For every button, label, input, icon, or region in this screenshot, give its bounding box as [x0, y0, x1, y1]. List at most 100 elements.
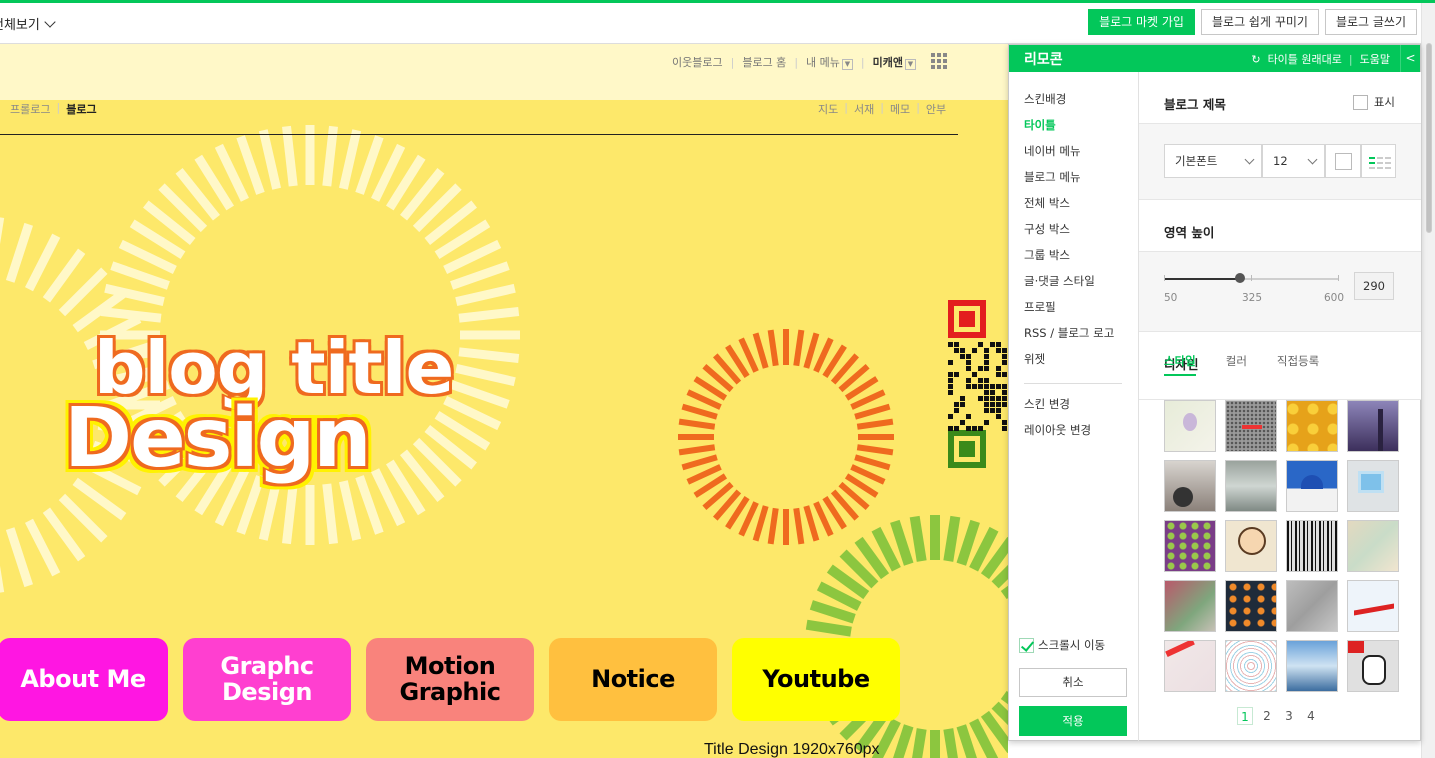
- menu-item-blog-menu[interactable]: 블로그 메뉴: [1024, 169, 1138, 195]
- qr-module: [948, 390, 953, 395]
- style-thumb-barcode[interactable]: [1286, 520, 1338, 572]
- style-thumb-pastel[interactable]: [1347, 520, 1399, 572]
- style-thumb-room[interactable]: [1286, 640, 1338, 692]
- reset-title-link[interactable]: 타이틀 원래대로: [1268, 51, 1342, 67]
- qr-module: [948, 426, 953, 431]
- style-thumb-concrete[interactable]: [1286, 580, 1338, 632]
- blog-link[interactable]: 블로그: [66, 101, 96, 117]
- market-join-button[interactable]: 블로그 마켓 가입: [1088, 9, 1195, 35]
- menu-item-title[interactable]: 타이틀: [1024, 117, 1138, 143]
- neighbor-blog-link[interactable]: 이웃블로그: [672, 54, 723, 70]
- graphic-design-button[interactable]: Graphc Design: [183, 638, 351, 721]
- user-dropdown[interactable]: 미캐앤 ▼: [873, 54, 916, 70]
- about-me-button[interactable]: About Me: [0, 638, 168, 721]
- motion-graphic-button[interactable]: Motion Graphic: [366, 638, 534, 721]
- scrollbar-thumb[interactable]: [1426, 43, 1432, 233]
- style-thumb-purple-leaves[interactable]: [1164, 520, 1216, 572]
- style-thumb-red-corner[interactable]: [1164, 640, 1216, 692]
- style-thumb-santorini[interactable]: [1286, 460, 1338, 512]
- qr-module: [1002, 372, 1007, 377]
- cancel-button[interactable]: 취소: [1019, 668, 1127, 697]
- font-size-select[interactable]: 12: [1262, 144, 1325, 178]
- help-link[interactable]: 도움말: [1360, 51, 1390, 67]
- write-post-button[interactable]: 블로그 글쓰기: [1324, 9, 1417, 35]
- view-all-dropdown[interactable]: 전체보기: [0, 14, 56, 33]
- user-name: 미캐앤: [872, 56, 903, 69]
- height-value-input[interactable]: 290: [1354, 272, 1394, 300]
- style-thumb-frame[interactable]: [1347, 460, 1399, 512]
- menu-item-naver-menu[interactable]: 네이버 메뉴: [1024, 143, 1138, 169]
- menu-item-change-layout[interactable]: 레이아웃 변경: [1024, 422, 1138, 448]
- page-scrollbar[interactable]: [1421, 3, 1435, 758]
- page-3[interactable]: 3: [1281, 707, 1297, 725]
- qr-module: [960, 348, 965, 353]
- menu-item-layout-box[interactable]: 구성 박스: [1024, 221, 1138, 247]
- style-thumb-clouds[interactable]: [1225, 460, 1277, 512]
- page-1[interactable]: 1: [1237, 707, 1253, 725]
- apps-grid-icon[interactable]: [931, 53, 947, 69]
- qr-module: [1002, 348, 1007, 353]
- menu-item-change-skin[interactable]: 스킨 변경: [1024, 396, 1138, 422]
- menu-item-widget[interactable]: 위젯: [1024, 351, 1138, 377]
- burst-ray: [458, 307, 520, 323]
- qr-module: [990, 396, 995, 401]
- burst-ray: [890, 519, 914, 566]
- qr-module: [978, 342, 983, 347]
- remote-header-actions: ↻ 타이틀 원래대로 | 도움말: [1251, 51, 1390, 67]
- collapse-panel-button[interactable]: <: [1400, 45, 1420, 72]
- font-family-select[interactable]: 기본폰트: [1164, 144, 1262, 178]
- style-thumb-circles[interactable]: [1225, 640, 1277, 692]
- tab-color[interactable]: 컬러: [1226, 353, 1247, 376]
- menu-item-rss-logo[interactable]: RSS / 블로그 로고: [1024, 325, 1138, 351]
- style-thumb-orange-dots[interactable]: [1286, 400, 1338, 452]
- show-title-checkbox[interactable]: 표시: [1352, 94, 1395, 110]
- notice-button[interactable]: Notice: [549, 638, 717, 721]
- burst-ray: [5, 222, 33, 283]
- qr-module: [996, 384, 1001, 389]
- burst-ray: [282, 125, 298, 187]
- burst-ray: [236, 135, 265, 195]
- height-slider-handle[interactable]: [1234, 273, 1245, 283]
- scroll-move-checkbox[interactable]: 스크롤시 이동: [1019, 637, 1105, 653]
- style-thumb-car[interactable]: [1164, 460, 1216, 512]
- menu-item-profile[interactable]: 프로필: [1024, 299, 1138, 325]
- guestbook-link[interactable]: 안부: [926, 101, 946, 117]
- style-thumb-balloon[interactable]: [1164, 400, 1216, 452]
- slider-tick: [1338, 275, 1339, 281]
- easy-decorate-button[interactable]: 블로그 쉽게 꾸미기: [1200, 9, 1319, 35]
- style-thumb-blur-gradient[interactable]: [1164, 580, 1216, 632]
- menu-item-post-style[interactable]: 글·댓글 스타일: [1024, 273, 1138, 299]
- my-menu-dropdown[interactable]: 내 메뉴 ▼: [806, 54, 853, 70]
- menu-item-skin-bg[interactable]: 스킨배경: [1024, 91, 1138, 117]
- youtube-button[interactable]: Youtube: [732, 638, 900, 721]
- style-thumb-character[interactable]: [1225, 520, 1277, 572]
- text-align-button[interactable]: [1361, 144, 1396, 178]
- style-thumb-world-map[interactable]: [1225, 400, 1277, 452]
- tab-custom-upload[interactable]: 직접등록: [1277, 353, 1319, 376]
- style-thumb-red-books[interactable]: [1347, 580, 1399, 632]
- menu-item-whole-box[interactable]: 전체 박스: [1024, 195, 1138, 221]
- area-height-slider-row: 50 325 600 290: [1139, 252, 1421, 332]
- style-thumb-city-night[interactable]: [1347, 400, 1399, 452]
- page-4[interactable]: 4: [1303, 707, 1319, 725]
- font-color-picker[interactable]: [1325, 144, 1361, 178]
- style-thumb-dog[interactable]: [1347, 640, 1399, 692]
- prologue-link[interactable]: 프롤로그: [10, 101, 50, 117]
- map-link[interactable]: 지도: [818, 101, 838, 117]
- memo-link[interactable]: 메모: [890, 101, 910, 117]
- frame-icon: [1358, 471, 1384, 493]
- burst-ray: [100, 307, 162, 323]
- apply-button[interactable]: 적용: [1019, 706, 1127, 736]
- tab-style[interactable]: 스타일: [1164, 353, 1196, 376]
- library-link[interactable]: 서재: [854, 101, 874, 117]
- style-thumb-candles[interactable]: [1225, 580, 1277, 632]
- remote-header: 리모콘 ↻ 타이틀 원래대로 | 도움말 <: [1009, 45, 1420, 72]
- blog-home-link[interactable]: 블로그 홈: [742, 54, 786, 70]
- page-2[interactable]: 2: [1259, 707, 1275, 725]
- qr-module: [990, 390, 995, 395]
- qr-module: [984, 396, 989, 401]
- menu-item-group-box[interactable]: 그룹 박스: [1024, 247, 1138, 273]
- chevron-down-icon: [1244, 154, 1255, 165]
- qr-module: [954, 402, 959, 407]
- qr-module: [984, 384, 989, 389]
